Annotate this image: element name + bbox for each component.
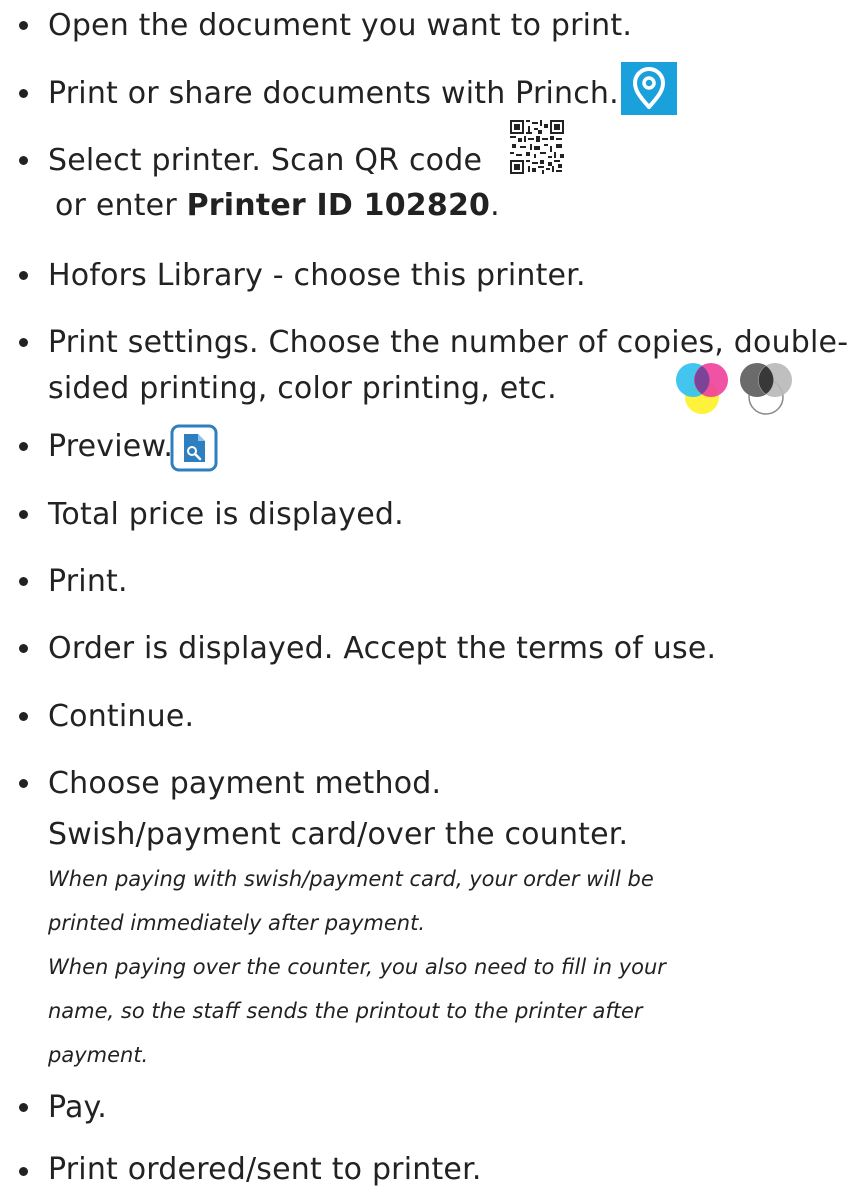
step-text: Open the document you want to print. [48, 8, 633, 43]
step-text: Order is displayed. Accept the terms of … [48, 631, 717, 666]
printer-id-suffix: . [490, 188, 500, 223]
bullet [19, 442, 28, 451]
printer-id-prefix: or enter [55, 188, 187, 223]
step-text: Print ordered/sent to printer. [48, 1152, 482, 1187]
step-text: Total price is displayed. [48, 497, 404, 532]
step-text: Print. [48, 564, 128, 599]
step-text: Choose payment method. [48, 766, 442, 801]
payment-note: payment. [48, 1043, 149, 1067]
color-print-icon [676, 363, 728, 414]
princh-location-icon [621, 62, 677, 115]
step-text: Preview. [48, 429, 174, 464]
bullet [19, 271, 28, 280]
print-instructions-page: { "steps": [ {"text": "Open the document… [0, 0, 857, 1191]
payment-note: When paying with swish/payment card, you… [48, 867, 654, 891]
step-text: Print or share documents with Princh. [48, 76, 619, 111]
document-preview-icon [170, 424, 218, 472]
black-white-print-icon [740, 363, 792, 415]
bullet [19, 1103, 28, 1112]
step-text: Pay. [48, 1090, 107, 1125]
step-text: Continue. [48, 699, 195, 734]
bullet [19, 1167, 28, 1176]
bullet [19, 644, 28, 653]
step-text: Select printer. Scan QR code [48, 143, 483, 178]
bullet [19, 712, 28, 721]
step-text: Hofors Library - choose this printer. [48, 258, 586, 293]
printer-id-line: or enter Printer ID 102820. [55, 187, 500, 225]
payment-note: printed immediately after payment. [48, 911, 426, 935]
bullet [19, 510, 28, 519]
bullet [19, 577, 28, 586]
step-text-continued: sided printing, color printing, etc. [48, 371, 557, 406]
bullet [19, 338, 28, 347]
payment-note: name, so the staff sends the printout to… [48, 999, 643, 1023]
payment-methods: Swish/payment card/over the counter. [48, 817, 629, 852]
bullet [19, 21, 28, 30]
qr-code-icon [510, 120, 564, 174]
payment-note: When paying over the counter, you also n… [48, 955, 666, 979]
bullet [19, 779, 28, 788]
bullet [19, 89, 28, 98]
bullet [19, 156, 28, 165]
printer-id: Printer ID 102820 [186, 188, 491, 223]
